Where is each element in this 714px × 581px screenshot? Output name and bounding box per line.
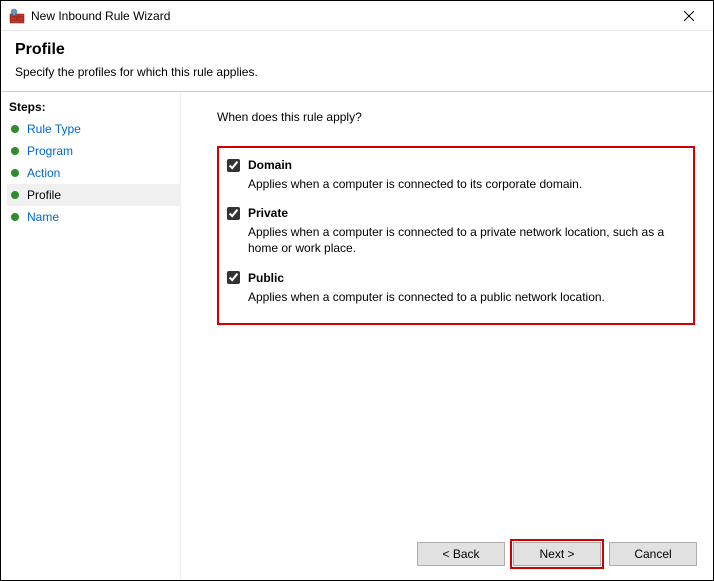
options-highlight: Domain Applies when a computer is connec… [217, 146, 695, 325]
checkbox-public[interactable] [227, 271, 240, 284]
option-description: Applies when a computer is connected to … [248, 176, 681, 192]
main-panel: When does this rule apply? Domain Applie… [181, 92, 713, 580]
option-public: Public Applies when a computer is connec… [227, 271, 681, 305]
option-label: Private [248, 206, 288, 220]
step-action[interactable]: Action [7, 162, 180, 184]
page-title: Profile [15, 41, 699, 59]
step-label: Rule Type [27, 122, 81, 136]
checkbox-domain[interactable] [227, 159, 240, 172]
option-private: Private Applies when a computer is conne… [227, 206, 681, 256]
close-icon [684, 11, 694, 21]
option-description: Applies when a computer is connected to … [248, 289, 681, 305]
cancel-button[interactable]: Cancel [609, 542, 697, 566]
main-prompt: When does this rule apply? [217, 110, 695, 124]
option-label: Domain [248, 158, 292, 172]
option-domain: Domain Applies when a computer is connec… [227, 158, 681, 192]
steps-heading: Steps: [7, 98, 180, 118]
button-row: < Back Next > Cancel [417, 542, 697, 566]
step-label: Program [27, 144, 73, 158]
step-bullet-icon [11, 125, 19, 133]
step-rule-type[interactable]: Rule Type [7, 118, 180, 140]
back-button[interactable]: < Back [417, 542, 505, 566]
option-description: Applies when a computer is connected to … [248, 224, 681, 256]
page-header: Profile Specify the profiles for which t… [1, 31, 713, 92]
step-name[interactable]: Name [7, 206, 180, 228]
checkbox-private[interactable] [227, 207, 240, 220]
next-button[interactable]: Next > [513, 542, 601, 566]
steps-sidebar: Steps: Rule Type Program Action Profile … [1, 92, 181, 580]
step-profile[interactable]: Profile [7, 184, 180, 206]
page-subtitle: Specify the profiles for which this rule… [15, 65, 699, 79]
step-label: Name [27, 210, 59, 224]
step-bullet-icon [11, 169, 19, 177]
step-label: Action [27, 166, 60, 180]
firewall-icon [9, 8, 25, 24]
titlebar: New Inbound Rule Wizard [1, 1, 713, 31]
step-program[interactable]: Program [7, 140, 180, 162]
step-bullet-icon [11, 147, 19, 155]
step-bullet-icon [11, 213, 19, 221]
option-label: Public [248, 271, 284, 285]
close-button[interactable] [669, 2, 709, 30]
body: Steps: Rule Type Program Action Profile … [1, 92, 713, 580]
step-label: Profile [27, 188, 61, 202]
wizard-window: New Inbound Rule Wizard Profile Specify … [0, 0, 714, 581]
step-bullet-icon [11, 191, 19, 199]
window-title: New Inbound Rule Wizard [31, 9, 669, 23]
